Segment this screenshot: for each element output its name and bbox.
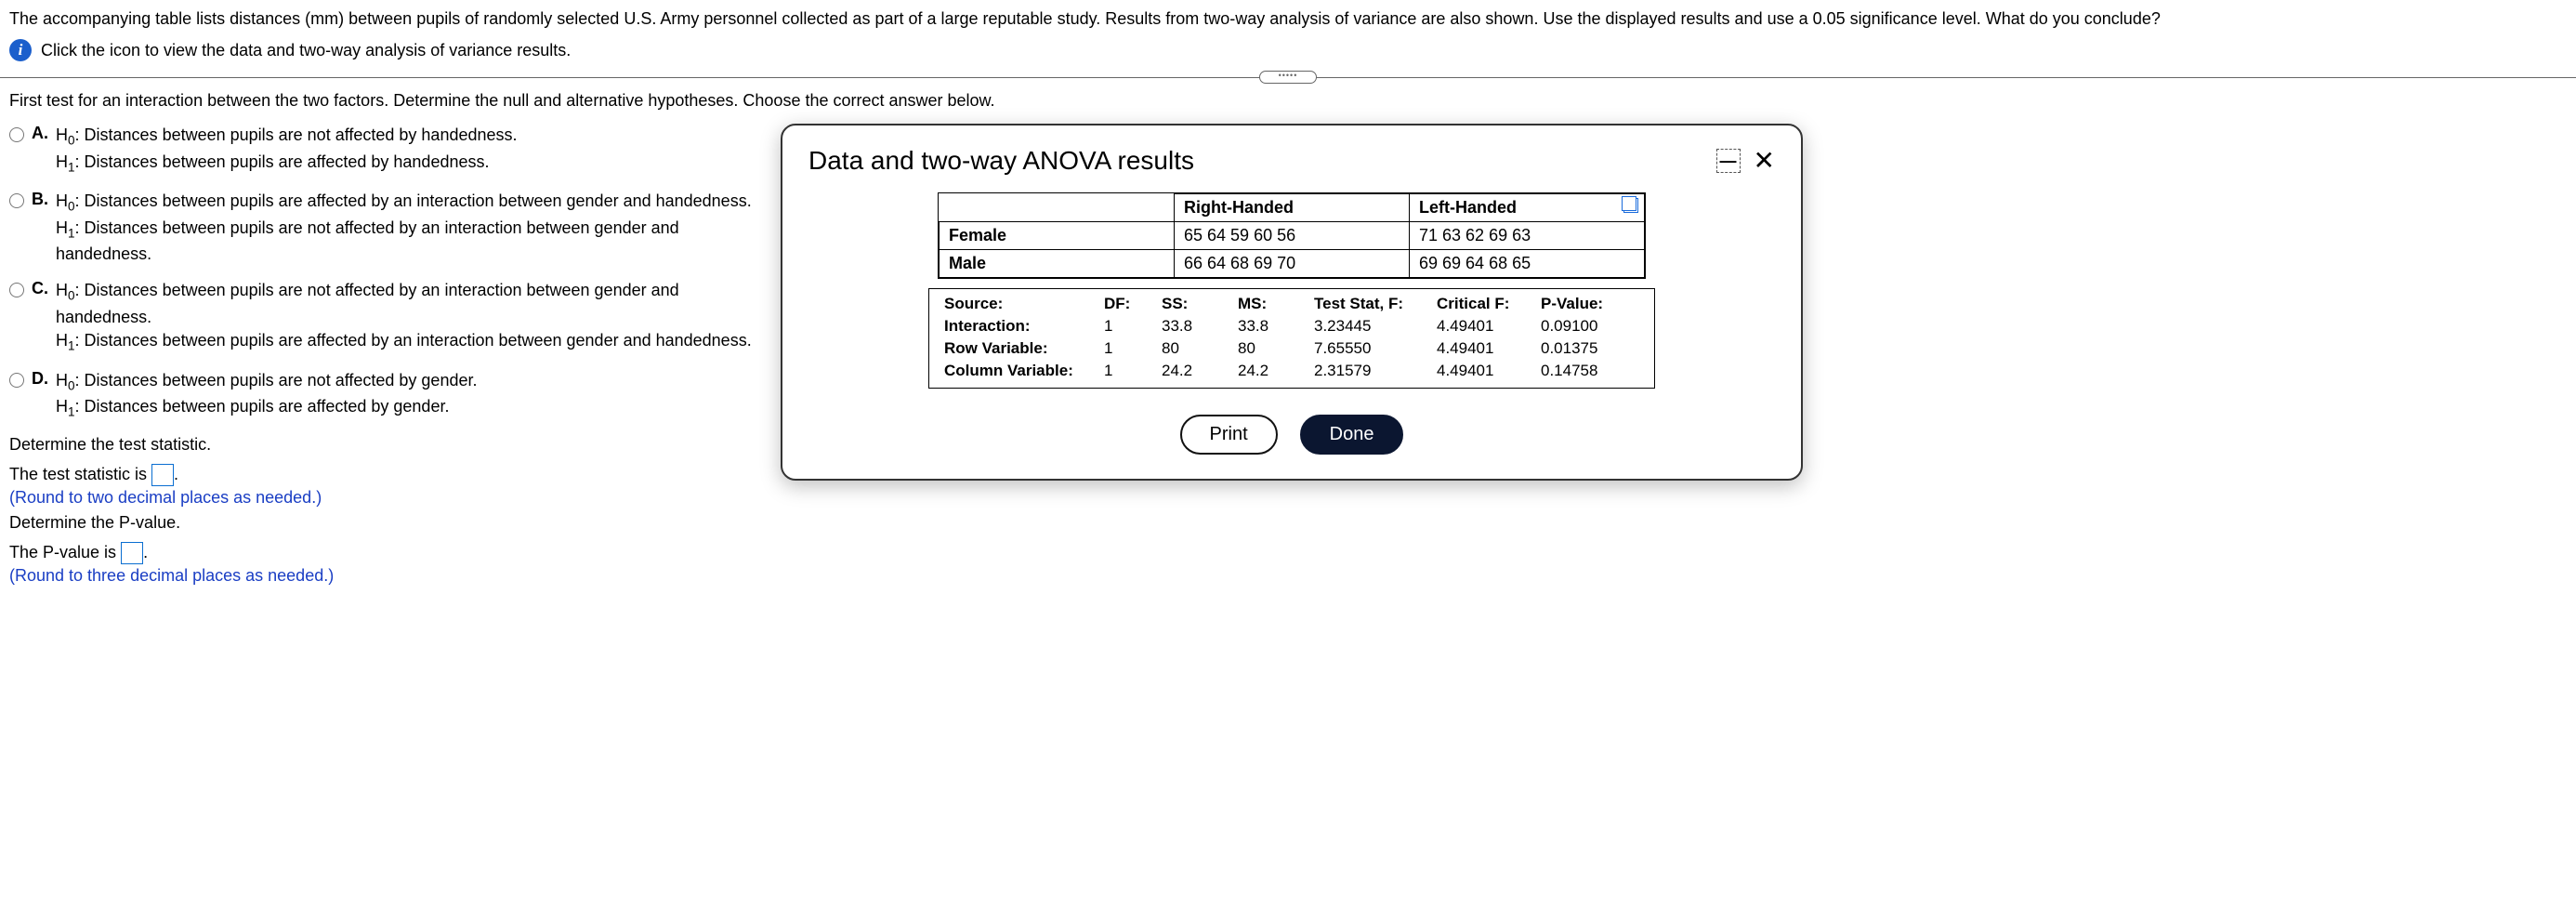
row-female-label: Female (940, 222, 1175, 250)
p-value-line: The P-value is . (9, 542, 753, 564)
test-statistic-hint: (Round to two decimal places as needed.) (9, 488, 753, 508)
option-c[interactable]: C. H0: Distances between pupils are not … (9, 279, 753, 355)
p-value-hint: (Round to three decimal places as needed… (9, 566, 753, 586)
determine-p-value-label: Determine the P-value. (9, 513, 753, 533)
option-letter: C. (32, 279, 50, 298)
print-button[interactable]: Print (1180, 415, 1278, 455)
anova-h-ms: MS: (1232, 293, 1308, 315)
determine-test-statistic-label: Determine the test statistic. (9, 435, 753, 455)
minimize-icon[interactable]: — (1716, 149, 1741, 173)
option-letter: B. (32, 190, 50, 209)
col-right-handed: Right-Handed (1175, 194, 1410, 222)
option-d[interactable]: D. H0: Distances between pupils are not … (9, 369, 753, 422)
anova-table-box: Source: DF: SS: MS: Test Stat, F: Critic… (928, 288, 1655, 389)
table-row: Male 66 64 68 69 70 69 69 64 68 65 (940, 250, 1645, 278)
collapse-handle-icon[interactable]: ••••• (1259, 71, 1317, 84)
option-b[interactable]: B. H0: Distances between pupils are affe… (9, 190, 753, 266)
anova-h-source: Source: (939, 293, 1098, 315)
cell-male-rh: 66 64 68 69 70 (1175, 250, 1410, 278)
radio-c[interactable] (9, 283, 24, 297)
info-icon[interactable]: i (9, 39, 32, 61)
col-left-handed: Left-Handed (1410, 194, 1645, 222)
close-icon[interactable]: ✕ (1754, 150, 1775, 172)
option-a[interactable]: A. H0: Distances between pupils are not … (9, 124, 753, 177)
cell-male-lh: 69 69 64 68 65 (1410, 250, 1645, 278)
radio-d[interactable] (9, 373, 24, 388)
done-button[interactable]: Done (1300, 415, 1404, 455)
table-row: Female 65 64 59 60 56 71 63 62 69 63 (940, 222, 1645, 250)
radio-a[interactable] (9, 127, 24, 142)
option-letter: A. (32, 124, 50, 143)
anova-row-row-variable: Row Variable: 1 80 80 7.65550 4.49401 0.… (939, 337, 1645, 360)
cell-female-rh: 65 64 59 60 56 (1175, 222, 1410, 250)
radio-b[interactable] (9, 193, 24, 208)
option-body: H0: Distances between pupils are affecte… (56, 190, 753, 266)
option-body: H0: Distances between pupils are not aff… (56, 124, 518, 177)
cell-female-lh: 71 63 62 69 63 (1410, 222, 1645, 250)
anova-row-interaction: Interaction: 1 33.8 33.8 3.23445 4.49401… (939, 315, 1645, 337)
anova-h-ss: SS: (1156, 293, 1232, 315)
option-body: H0: Distances between pupils are not aff… (56, 369, 477, 422)
info-link[interactable]: Click the icon to view the data and two-… (41, 41, 571, 60)
copy-icon[interactable] (1623, 198, 1638, 213)
row-male-label: Male (940, 250, 1175, 278)
anova-h-f: Test Stat, F: (1308, 293, 1431, 315)
question-intro: The accompanying table lists distances (… (0, 7, 2576, 35)
test-statistic-input[interactable] (151, 464, 174, 486)
question-prompt: First test for an interaction between th… (0, 84, 2576, 124)
anova-row-column-variable: Column Variable: 1 24.2 24.2 2.31579 4.4… (939, 360, 1645, 382)
results-modal: Data and two-way ANOVA results — ✕ Right… (781, 124, 1803, 481)
data-table-box: Right-Handed Left-Handed Female 65 64 59… (938, 192, 1646, 279)
test-statistic-line: The test statistic is . (9, 464, 753, 486)
option-body: H0: Distances between pupils are not aff… (56, 279, 753, 355)
modal-title: Data and two-way ANOVA results (808, 146, 1716, 176)
anova-h-p: P-Value: (1535, 293, 1645, 315)
option-letter: D. (32, 369, 50, 389)
section-divider: ••••• (0, 71, 2576, 84)
anova-h-crit: Critical F: (1431, 293, 1535, 315)
anova-h-df: DF: (1098, 293, 1156, 315)
p-value-input[interactable] (121, 542, 143, 564)
